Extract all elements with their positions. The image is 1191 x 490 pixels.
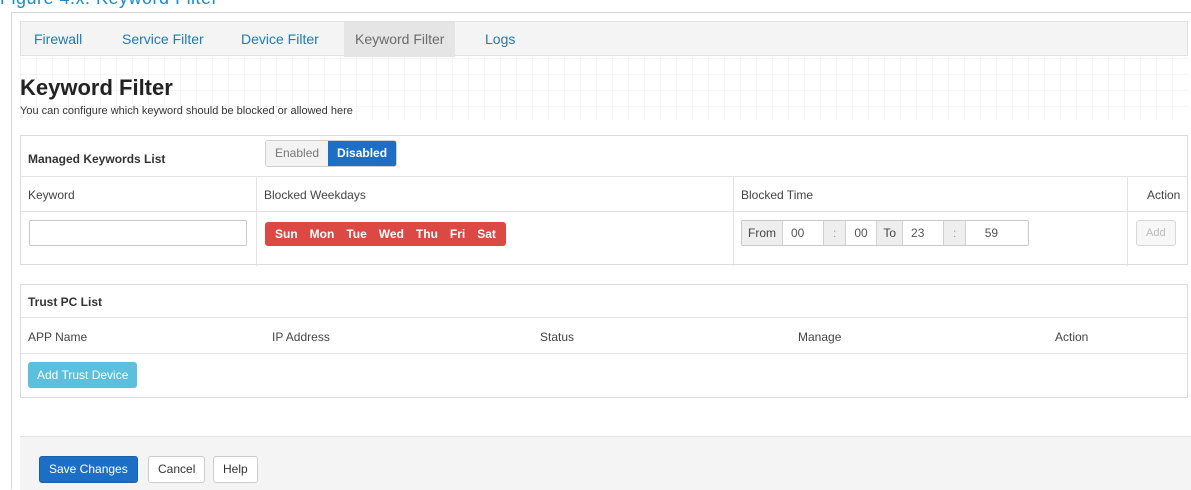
keyword-column-header: Keyword (28, 188, 75, 202)
add-trust-device-button[interactable]: Add Trust Device (28, 362, 138, 388)
keyword-input[interactable] (29, 220, 247, 246)
action-column-header: Action (1055, 330, 1089, 344)
weekday-tue[interactable]: Tue (340, 227, 372, 241)
disabled-option[interactable]: Disabled (328, 141, 397, 166)
tab-firewall[interactable]: Firewall (23, 22, 93, 57)
weekday-thu[interactable]: Thu (410, 227, 444, 241)
from-label: From (742, 221, 783, 245)
weekday-sat[interactable]: Sat (471, 227, 502, 241)
column-divider (1127, 176, 1128, 266)
manage-column-header: Manage (798, 330, 842, 344)
app-name-column-header: APP Name (28, 330, 88, 344)
column-divider (256, 176, 257, 266)
page-description: You can configure which keyword should b… (20, 105, 353, 117)
weekdays-column-header: Blocked Weekdays (264, 188, 366, 202)
tab-service-filter[interactable]: Service Filter (111, 22, 215, 57)
figure-caption-text: Figure 4.x: Keyword Filter (0, 0, 218, 9)
tab-keyword-filter[interactable]: Keyword Filter (344, 22, 456, 57)
save-changes-button[interactable]: Save Changes (39, 456, 138, 483)
ip-address-column-header: IP Address (272, 330, 330, 344)
keyword-filter-toggle: Enabled Disabled (265, 140, 398, 167)
cancel-button[interactable]: Cancel (148, 456, 206, 483)
help-button[interactable]: Help (213, 456, 258, 483)
row-divider (21, 211, 1187, 212)
managed-keywords-panel: Managed Keywords List Enabled Disabled K… (20, 135, 1188, 266)
weekday-fri[interactable]: Fri (444, 227, 471, 241)
from-minute-input[interactable]: 00 (846, 221, 876, 245)
row-divider (21, 353, 1187, 354)
figure-caption: Figure 4.x: Keyword Filter (0, 0, 1191, 10)
add-keyword-button[interactable]: Add (1136, 220, 1176, 246)
blocked-time-range: From 00 : 00 To 23 : 59 (741, 220, 1029, 246)
to-hour-input[interactable]: 23 (903, 221, 943, 245)
action-column-header: Action (1147, 188, 1181, 202)
page-title: Keyword Filter (20, 75, 173, 100)
to-label: To (876, 221, 904, 245)
row-divider (21, 317, 1187, 318)
weekday-mon[interactable]: Mon (304, 227, 341, 241)
weekday-selector: Sun Mon Tue Wed Thu Fri Sat (265, 222, 506, 246)
time-separator: : (823, 221, 847, 245)
time-column-header: Blocked Time (741, 188, 814, 202)
status-column-header: Status (540, 330, 575, 344)
tab-device-filter[interactable]: Device Filter (230, 22, 330, 57)
weekday-wed[interactable]: Wed (373, 227, 410, 241)
from-hour-input[interactable]: 00 (783, 221, 823, 245)
time-separator: : (943, 221, 967, 245)
managed-keywords-title: Managed Keywords List (28, 152, 166, 166)
form-footer: Save Changes Cancel Help (20, 436, 1191, 490)
trust-pc-panel: Trust PC List APP Name IP Address Status… (20, 284, 1188, 398)
trust-pc-title: Trust PC List (28, 295, 103, 309)
tab-logs[interactable]: Logs (474, 22, 526, 57)
to-minute-input[interactable]: 59 (966, 221, 1016, 245)
firewall-panel: Firewall Service Filter Device Filter Ke… (11, 12, 1191, 490)
weekday-sun[interactable]: Sun (269, 227, 304, 241)
row-divider (21, 176, 1187, 177)
column-divider (733, 176, 734, 266)
tab-bar: Firewall Service Filter Device Filter Ke… (20, 21, 1188, 57)
enabled-option[interactable]: Enabled (266, 141, 329, 166)
